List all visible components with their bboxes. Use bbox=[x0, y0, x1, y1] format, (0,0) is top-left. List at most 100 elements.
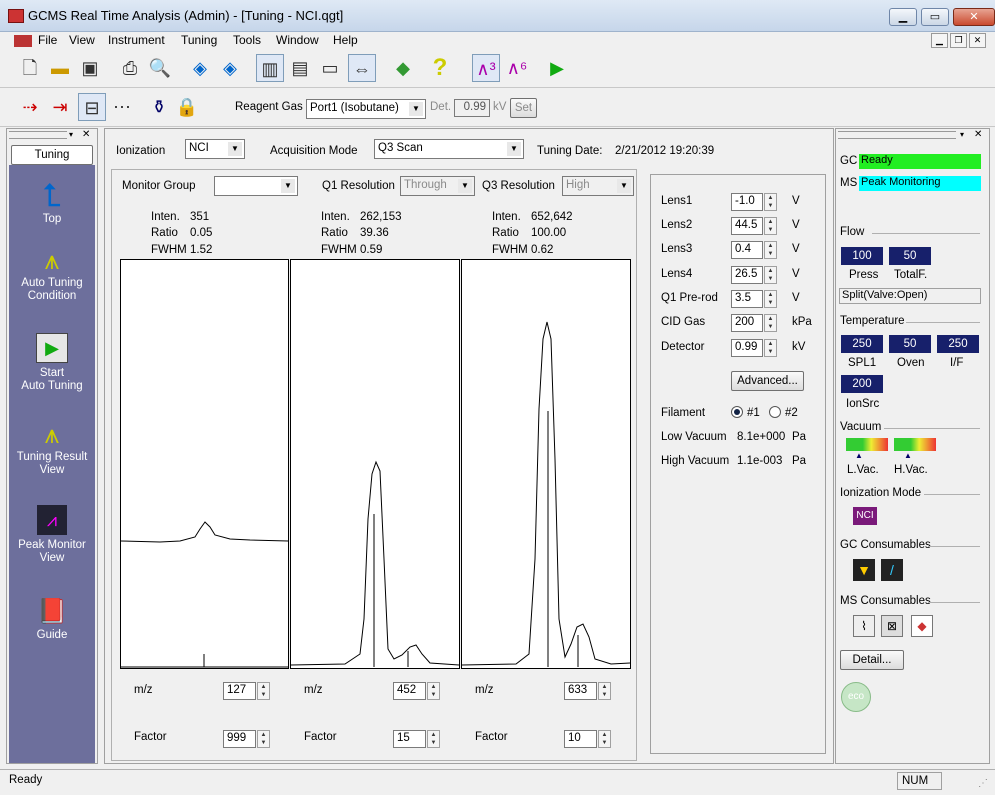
maximize-button[interactable]: ▭ bbox=[921, 8, 949, 26]
nav-auto-tuning-condition[interactable]: ⩚ Auto Tuning Condition bbox=[9, 243, 95, 303]
lens-spinner[interactable]: ▲ ▼ bbox=[764, 314, 777, 332]
menu-window[interactable]: Window bbox=[276, 33, 319, 47]
lens-field[interactable]: 200 bbox=[731, 314, 763, 332]
menu-tools[interactable]: Tools bbox=[233, 33, 261, 47]
q1-resolution-select[interactable]: Through ▼ bbox=[400, 176, 475, 196]
filament-icon[interactable]: ⋯ bbox=[108, 93, 136, 121]
menu-view[interactable]: View bbox=[69, 33, 95, 47]
peak-search2-icon[interactable]: ◈ bbox=[216, 54, 244, 82]
ratio-label: Ratio bbox=[151, 227, 178, 239]
left-panel-close-icon[interactable]: ✕ bbox=[82, 129, 94, 141]
nav-tuning-result-view[interactable]: ⩚ Tuning Result View bbox=[9, 417, 95, 477]
inlet-arrow-icon[interactable]: ⇢ bbox=[16, 93, 44, 121]
help-icon[interactable]: ? bbox=[426, 54, 454, 82]
close-button[interactable]: ✕ bbox=[953, 8, 995, 26]
tuning-tab[interactable]: Tuning bbox=[11, 145, 93, 165]
pump-oil-icon[interactable]: ◆ bbox=[911, 615, 933, 637]
ion-source-icon[interactable]: ⊠ bbox=[881, 615, 903, 637]
temperature-divider bbox=[906, 322, 980, 323]
monitor-group-select[interactable]: ▼ bbox=[214, 176, 298, 196]
new-file-icon[interactable]: 🗋 bbox=[16, 54, 44, 82]
nav-start-auto-tuning[interactable]: ▶ Start Auto Tuning bbox=[9, 333, 95, 393]
nav-top[interactable]: ⮤ Top bbox=[9, 177, 95, 226]
reagent-gas-select[interactable]: Port1 (Isobutane) ▼ bbox=[306, 99, 426, 119]
lens-unit: V bbox=[792, 195, 800, 207]
factor-spinner[interactable]: ▲ ▼ bbox=[257, 730, 270, 748]
nav-peak-monitor-view[interactable]: ⩘ Peak Monitor View bbox=[9, 505, 95, 565]
nav-guide[interactable]: 📕 Guide bbox=[9, 595, 95, 642]
eco-icon[interactable]: eco bbox=[841, 682, 871, 712]
lens-spinner[interactable]: ▲ ▼ bbox=[764, 290, 777, 308]
menu-help[interactable]: Help bbox=[333, 33, 358, 47]
split-view-icon[interactable]: ⇔ bbox=[348, 54, 376, 82]
filament-consumable-icon[interactable]: ⌇ bbox=[853, 615, 875, 637]
lock-icon[interactable]: 🔒 bbox=[173, 93, 201, 121]
open-folder-icon[interactable]: ▬ bbox=[46, 54, 74, 82]
acquisition-mode-select[interactable]: Q3 Scan ▼ bbox=[374, 139, 524, 159]
print-preview-icon[interactable]: 🔍 bbox=[146, 54, 174, 82]
gc-status-text: Ready bbox=[861, 154, 893, 166]
mdi-close-button[interactable]: ✕ bbox=[969, 33, 986, 48]
lens-spinner[interactable]: ▲ ▼ bbox=[764, 339, 777, 357]
layout-3-icon[interactable]: ▭ bbox=[316, 54, 344, 82]
save-icon[interactable]: ▣ bbox=[76, 54, 104, 82]
lens-spinner[interactable]: ▲ ▼ bbox=[764, 217, 777, 235]
ionization-select[interactable]: NCI ▼ bbox=[185, 139, 245, 159]
detail-button[interactable]: Detail... bbox=[840, 650, 904, 670]
outlet-arrow-icon[interactable]: ⇥ bbox=[46, 93, 74, 121]
peak-search-icon[interactable]: ◈ bbox=[186, 54, 214, 82]
factor-spinner[interactable]: ▲ ▼ bbox=[598, 730, 611, 748]
mdi-restore-button[interactable]: ❐ bbox=[950, 33, 967, 48]
mdi-minimize-button[interactable]: ▁ bbox=[931, 33, 948, 48]
right-panel-close-icon[interactable]: ✕ bbox=[974, 129, 982, 140]
mz-spinner[interactable]: ▲ ▼ bbox=[427, 682, 440, 700]
peak-3-icon[interactable]: ∧³ bbox=[472, 54, 500, 82]
tuning-icon[interactable]: ⊟ bbox=[78, 93, 106, 121]
advanced-button[interactable]: Advanced... bbox=[731, 371, 804, 391]
resize-grip-icon[interactable]: ⋰ bbox=[978, 778, 990, 790]
eco-mode-icon[interactable]: ◆ bbox=[389, 54, 417, 82]
layout-2-icon[interactable]: ▤ bbox=[286, 54, 314, 82]
lens-spinner[interactable]: ▲ ▼ bbox=[764, 241, 777, 259]
menu-file[interactable]: File bbox=[38, 33, 57, 47]
mz-field[interactable]: 127 bbox=[223, 682, 256, 700]
mz-spinner[interactable]: ▲ ▼ bbox=[598, 682, 611, 700]
septum-icon[interactable]: ▼ bbox=[853, 559, 875, 581]
lens-field[interactable]: 44.5 bbox=[731, 217, 763, 235]
right-panel-menu-icon[interactable]: ▾ bbox=[960, 130, 964, 139]
det-field[interactable]: 0.99 bbox=[454, 99, 490, 117]
filament-1-radio[interactable] bbox=[731, 406, 743, 418]
run-icon[interactable]: ▶ bbox=[543, 54, 571, 82]
spl1-label: SPL1 bbox=[848, 357, 877, 369]
factor-field[interactable]: 10 bbox=[564, 730, 597, 748]
minimize-button[interactable]: ▁ bbox=[889, 8, 917, 26]
mz-field[interactable]: 633 bbox=[564, 682, 597, 700]
lens-field[interactable]: 3.5 bbox=[731, 290, 763, 308]
vial-icon[interactable]: ⚱ bbox=[145, 93, 173, 121]
doc-icon[interactable] bbox=[14, 35, 32, 47]
mz-field[interactable]: 452 bbox=[393, 682, 426, 700]
lens-field[interactable]: 0.4 bbox=[731, 241, 763, 259]
factor-field[interactable]: 15 bbox=[393, 730, 426, 748]
lens-field[interactable]: 26.5 bbox=[731, 266, 763, 284]
layout-1-icon[interactable]: ▥ bbox=[256, 54, 284, 82]
print-icon[interactable]: ⎙ bbox=[116, 54, 144, 82]
peak-6-icon[interactable]: ∧⁶ bbox=[503, 54, 531, 82]
menu-tuning[interactable]: Tuning bbox=[181, 33, 217, 47]
factor-field[interactable]: 999 bbox=[223, 730, 256, 748]
set-button[interactable]: Set bbox=[510, 98, 537, 118]
menu-instrument[interactable]: Instrument bbox=[108, 33, 165, 47]
q3-resolution-select[interactable]: High ▼ bbox=[562, 176, 634, 196]
factor-spinner[interactable]: ▲ ▼ bbox=[427, 730, 440, 748]
filament-2-radio[interactable] bbox=[769, 406, 781, 418]
right-panel-grip bbox=[838, 131, 956, 139]
liner-icon[interactable]: / bbox=[881, 559, 903, 581]
lens-field[interactable]: 0.99 bbox=[731, 339, 763, 357]
left-panel-menu-icon[interactable]: ▾ bbox=[69, 130, 79, 140]
lens-field[interactable]: -1.0 bbox=[731, 193, 763, 211]
app-icon[interactable] bbox=[8, 9, 24, 23]
lens-spinner[interactable]: ▲ ▼ bbox=[764, 193, 777, 211]
lens-spinner[interactable]: ▲ ▼ bbox=[764, 266, 777, 284]
mz-spinner[interactable]: ▲ ▼ bbox=[257, 682, 270, 700]
peak-condition-icon: ⩚ bbox=[44, 245, 60, 275]
